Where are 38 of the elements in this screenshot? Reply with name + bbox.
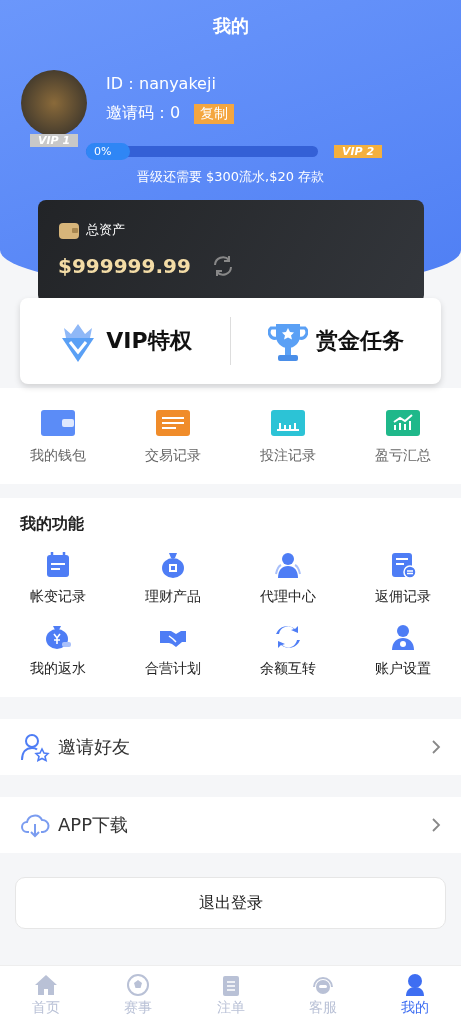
tab[interactable]: 我的 [368,966,461,1024]
function-item[interactable]: 余额互转 [230,621,346,679]
function-item[interactable]: 代理中心 [230,549,346,607]
menu-row[interactable]: 邀请好友 [0,719,461,775]
function-item[interactable]: 账户设置 [345,621,461,679]
next-vip-badge: VIP 2 [334,145,383,158]
soccer-ball-icon [126,973,151,997]
ticket-icon [270,409,307,437]
promo-link[interactable]: VIP特权 [20,317,230,365]
upgrade-note: 晋级还需要 $300流水,$20 存款 [135,168,326,186]
function-item[interactable]: 帐变记录 [0,549,116,607]
menu-row[interactable]: APP下载 [0,797,461,853]
function-item[interactable]: 我的返水 [0,621,116,679]
home-icon [34,973,59,997]
user-id: ID：nanyakeji [106,74,217,95]
wallet-icon [39,409,76,437]
quick-action[interactable]: 盈亏汇总 [345,408,461,466]
chevron-right-icon [431,817,441,833]
assets-label: 总资产 [86,221,125,239]
progress-thumb: 0% [86,143,130,160]
promo-link[interactable]: 赏金任务 [231,315,441,367]
user-star-icon [20,732,50,762]
function-item[interactable]: 合营计划 [115,621,231,679]
assets-amount: $999999.99 [58,254,191,278]
invite-code: 邀请码：0 [106,103,181,124]
receipt-icon [154,409,191,437]
wallet-icon [58,220,80,240]
quick-action[interactable]: 投注记录 [230,408,346,466]
logout-button[interactable]: 退出登录 [15,877,446,929]
quick-action[interactable]: 交易记录 [115,408,231,466]
people-icon [273,550,304,580]
chart-icon [385,409,422,437]
section-title: 我的功能 [20,514,85,535]
chevron-right-icon [431,739,441,755]
function-item[interactable]: 理财产品 [115,549,231,607]
page-title: 我的 [211,14,250,38]
quick-action[interactable]: 我的钱包 [0,408,116,466]
function-item[interactable]: 返佣记录 [345,549,461,607]
